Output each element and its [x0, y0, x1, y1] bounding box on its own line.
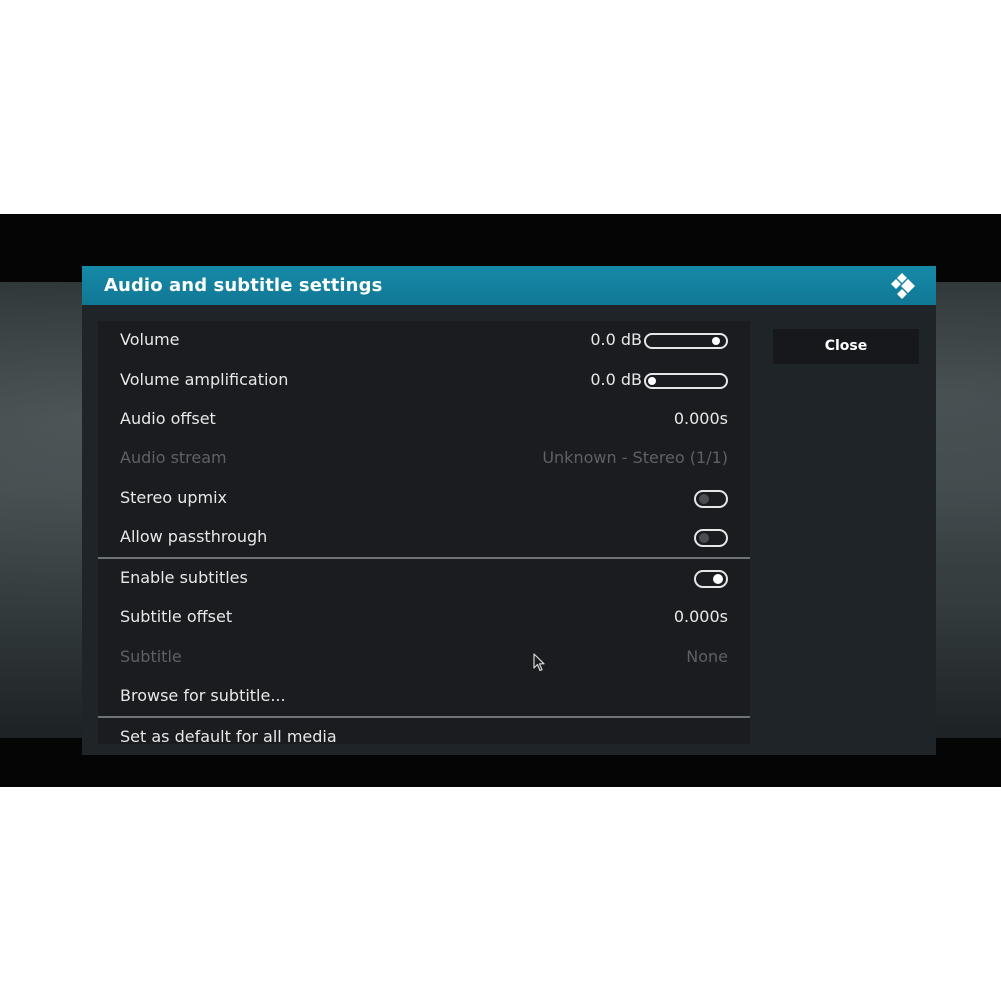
close-button[interactable]: Close — [773, 329, 919, 364]
toggle-knob — [699, 494, 709, 504]
setting-value: Unknown - Stereo (1/1) — [542, 448, 728, 467]
setting-label: Browse for subtitle... — [120, 686, 286, 705]
setting-enable-subtitles[interactable]: Enable subtitles — [98, 559, 750, 598]
setting-stereo-upmix[interactable]: Stereo upmix — [98, 479, 750, 518]
setting-value: 0.000s — [673, 409, 728, 428]
toggle-knob — [699, 533, 709, 543]
setting-set-as-default[interactable]: Set as default for all media — [98, 718, 750, 744]
setting-label: Set as default for all media — [120, 727, 337, 744]
setting-label: Audio stream — [120, 448, 227, 467]
setting-value: 0.000s — [673, 607, 728, 626]
dialog-body: Volume 0.0 dB Volume amplification 0.0 d… — [82, 305, 936, 755]
setting-value: None — [686, 647, 728, 666]
setting-browse-for-subtitle[interactable]: Browse for subtitle... — [98, 677, 750, 716]
mouse-pointer-icon — [533, 653, 545, 672]
setting-audio-offset[interactable]: Audio offset 0.000s — [98, 400, 750, 439]
allow-passthrough-toggle[interactable] — [694, 529, 728, 547]
audio-subtitle-settings-dialog: Audio and subtitle settings Volume 0.0 d… — [82, 266, 936, 755]
dialog-title: Audio and subtitle settings — [104, 275, 383, 296]
setting-audio-stream: Audio stream Unknown - Stereo (1/1) — [98, 439, 750, 478]
toggle-knob — [713, 574, 723, 584]
enable-subtitles-toggle[interactable] — [694, 570, 728, 588]
setting-label: Allow passthrough — [120, 527, 268, 546]
setting-volume-amplification[interactable]: Volume amplification 0.0 dB — [98, 361, 750, 400]
setting-label: Audio offset — [120, 409, 216, 428]
setting-label: Stereo upmix — [120, 488, 228, 507]
stereo-upmix-toggle[interactable] — [694, 490, 728, 508]
setting-label: Volume — [120, 330, 180, 349]
setting-label: Volume amplification — [120, 370, 289, 389]
setting-value: 0.0 dB — [590, 370, 642, 389]
slider-knob[interactable] — [648, 377, 656, 385]
setting-allow-passthrough[interactable]: Allow passthrough — [98, 518, 750, 557]
setting-label: Subtitle — [120, 647, 182, 666]
settings-list: Volume 0.0 dB Volume amplification 0.0 d… — [98, 321, 750, 744]
setting-value: 0.0 dB — [590, 330, 642, 349]
volume-slider[interactable] — [644, 333, 728, 349]
video-player-screen: Audio and subtitle settings Volume 0.0 d… — [0, 214, 1001, 787]
setting-label: Enable subtitles — [120, 568, 248, 587]
setting-subtitle: Subtitle None — [98, 638, 750, 677]
volume-amplification-slider[interactable] — [644, 373, 728, 389]
kodi-logo-icon — [891, 273, 915, 299]
dialog-header: Audio and subtitle settings — [82, 266, 936, 305]
setting-subtitle-offset[interactable]: Subtitle offset 0.000s — [98, 598, 750, 637]
setting-volume[interactable]: Volume 0.0 dB — [98, 321, 750, 360]
setting-label: Subtitle offset — [120, 607, 233, 626]
slider-knob[interactable] — [712, 337, 720, 345]
